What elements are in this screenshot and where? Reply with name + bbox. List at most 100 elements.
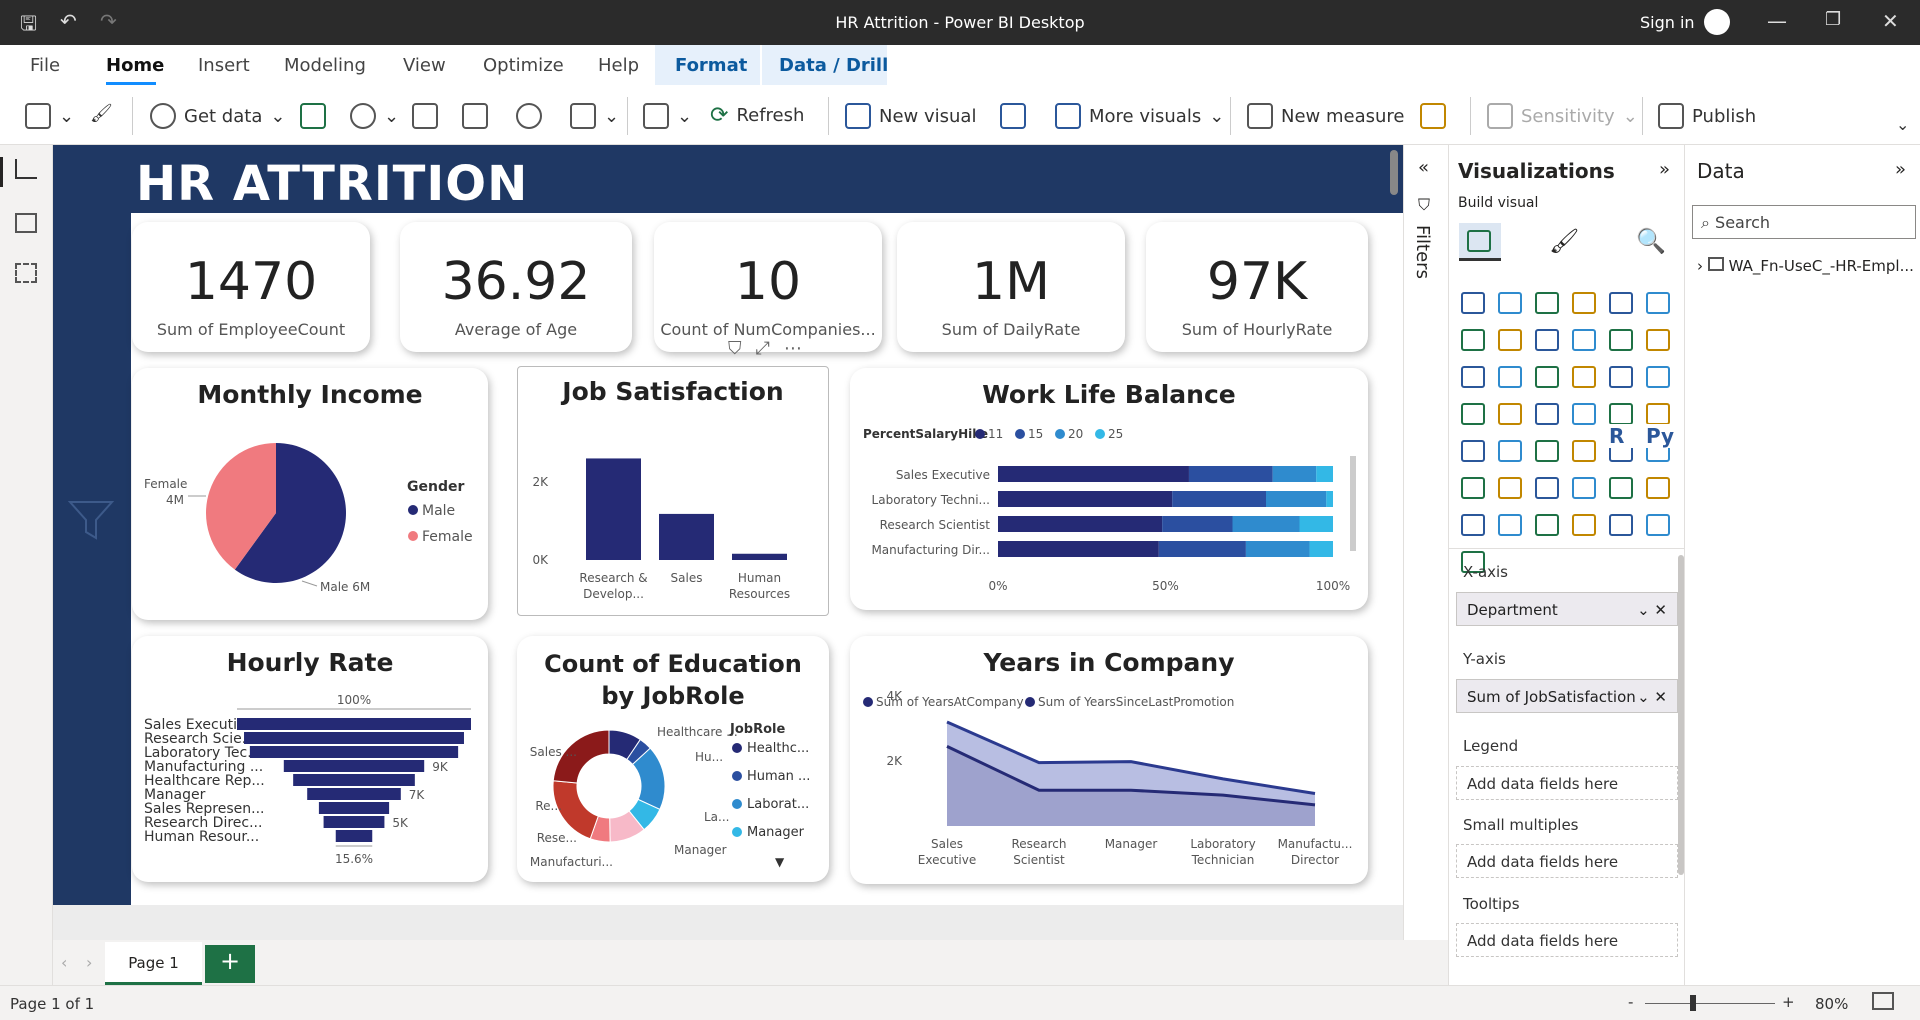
collapse-viz-icon[interactable]: » [1659, 159, 1670, 180]
report-view-icon[interactable] [15, 159, 37, 179]
add-page-button[interactable]: + [205, 945, 255, 983]
visual-type-icon[interactable] [1572, 403, 1596, 425]
hourly-rate-card[interactable]: Hourly Rate 100% Sales Executive Research … [132, 636, 488, 882]
kpi-card-hourly-rate[interactable]: 97K Sum of HourlyRate [1146, 222, 1368, 352]
visual-type-icon[interactable] [1609, 514, 1633, 536]
work-life-balance-chart[interactable]: PercentSalaryHike 11 15 20 25 Sales Executiv… [850, 368, 1368, 610]
build-visual-tab[interactable] [1459, 223, 1501, 261]
visual-type-icon[interactable] [1461, 440, 1485, 462]
visual-type-icon[interactable] [1609, 329, 1633, 351]
refresh-button[interactable]: ⟳ Refresh [710, 103, 804, 128]
visual-type-icon[interactable] [1461, 329, 1485, 351]
excel-button[interactable] [300, 103, 326, 129]
new-measure-button[interactable]: New measure [1247, 103, 1405, 129]
visual-type-icon[interactable] [1535, 440, 1559, 462]
paste-button[interactable]: ⌄ [25, 103, 74, 129]
publish-button[interactable]: Publish [1658, 103, 1756, 129]
visual-type-icon[interactable] [1646, 366, 1670, 388]
zoom-slider-thumb[interactable] [1690, 995, 1696, 1011]
zoom-in-icon[interactable]: + [1782, 993, 1795, 1011]
more-visuals-button[interactable]: More visuals ⌄ [1055, 103, 1224, 129]
visual-type-icon[interactable] [1572, 366, 1596, 388]
visual-type-icon[interactable] [1535, 514, 1559, 536]
visual-type-icon[interactable] [1609, 403, 1633, 425]
visual-type-icon[interactable] [1498, 292, 1522, 314]
python-visual-icon[interactable]: Py [1646, 424, 1676, 448]
menu-home[interactable]: Home [106, 55, 164, 76]
visual-type-icon[interactable] [1646, 514, 1670, 536]
transform-data-button[interactable]: ⌄ [570, 103, 619, 129]
canvas-scrollbar[interactable] [1390, 150, 1398, 195]
restore-icon[interactable]: ❐ [1825, 9, 1841, 30]
menu-data-drill[interactable]: Data / Drill [779, 55, 888, 76]
visual-type-icon[interactable] [1498, 514, 1522, 536]
legend-scroll-icon[interactable]: ▼ [775, 855, 785, 869]
fit-to-page-icon[interactable] [1872, 992, 1894, 1010]
data-table-item[interactable]: › WA_Fn-UseC_-HR-Empl... [1697, 257, 1914, 275]
text-box-button[interactable] [1000, 103, 1026, 129]
visual-type-icon[interactable] [1572, 329, 1596, 351]
visual-type-icon[interactable] [1609, 477, 1633, 499]
filter-icon[interactable]: ⛉ [728, 338, 742, 359]
work-life-balance-card[interactable]: Work Life Balance PercentSalaryHike 11 15… [850, 368, 1368, 610]
visual-type-icon[interactable] [1461, 403, 1485, 425]
quick-measure-button[interactable] [1420, 103, 1446, 129]
data-search-input[interactable]: ⌕ Search [1692, 205, 1916, 239]
visual-type-icon[interactable] [1461, 366, 1485, 388]
visual-type-icon[interactable] [1646, 292, 1670, 314]
years-in-company-chart[interactable]: Sum of YearsAtCompany Sum of YearsSinceLa… [850, 636, 1368, 884]
monthly-income-card[interactable]: Monthly Income Female 4M Male 6M Gender … [132, 368, 488, 620]
visual-type-icon[interactable] [1498, 440, 1522, 462]
new-visual-button[interactable]: New visual [845, 103, 976, 129]
visual-type-icon[interactable] [1498, 366, 1522, 388]
format-painter-button[interactable]: 🖌 [90, 103, 113, 124]
job-satisfaction-card[interactable]: Job Satisfaction 2K 0K Research & Develop..… [517, 366, 829, 616]
collapse-ribbon-icon[interactable]: ⌄ [1896, 115, 1909, 134]
menu-view[interactable]: View [403, 55, 446, 76]
visual-type-icon[interactable] [1498, 477, 1522, 499]
transform-button[interactable]: ⌄ [643, 103, 692, 129]
visual-type-icon[interactable] [1646, 403, 1670, 425]
focus-mode-icon[interactable]: ⤢ [756, 338, 770, 359]
visual-type-icon[interactable] [1498, 403, 1522, 425]
y-axis-field[interactable]: Sum of JobSatisfaction ⌄ ✕ [1456, 679, 1678, 713]
visual-type-icon[interactable] [1535, 329, 1559, 351]
enter-data-button[interactable] [462, 103, 488, 129]
collapse-data-icon[interactable]: » [1895, 159, 1906, 180]
prev-page-icon[interactable]: ‹ [61, 953, 67, 972]
menu-insert[interactable]: Insert [198, 55, 250, 76]
visual-type-icon[interactable] [1461, 477, 1485, 499]
expand-filters-icon[interactable]: « [1418, 157, 1429, 178]
visual-type-icon[interactable] [1535, 366, 1559, 388]
monthly-income-pie[interactable]: Female 4M Male 6M Gender Male Female [132, 368, 488, 620]
close-icon[interactable]: ✕ [1882, 9, 1899, 33]
visual-type-icon[interactable] [1646, 477, 1670, 499]
next-page-icon[interactable]: › [86, 953, 92, 972]
visual-type-icon[interactable] [1535, 403, 1559, 425]
job-satisfaction-chart[interactable]: 2K 0K Research & Develop... Sales Human Resour… [518, 367, 830, 617]
legend-drop-zone[interactable]: Add data fields here [1456, 766, 1678, 800]
remove-field-icon[interactable]: ⌄ ✕ [1637, 688, 1667, 706]
menu-format[interactable]: Format [675, 55, 747, 76]
menu-help[interactable]: Help [598, 55, 639, 76]
visual-type-icon[interactable] [1609, 366, 1633, 388]
visual-type-icon[interactable] [1572, 477, 1596, 499]
format-visual-icon[interactable]: 🖌 [1549, 227, 1579, 255]
account-icon[interactable] [1704, 9, 1730, 35]
kpi-card-daily-rate[interactable]: 1M Sum of DailyRate [897, 222, 1125, 352]
kpi-card-age[interactable]: 36.92 Average of Age [400, 222, 632, 352]
visual-type-icon[interactable] [1572, 514, 1596, 536]
x-axis-field[interactable]: Department ⌄ ✕ [1456, 592, 1678, 626]
onelake-button[interactable]: ⌄ [350, 103, 399, 129]
model-view-icon[interactable] [15, 263, 37, 283]
menu-optimize[interactable]: Optimize [483, 55, 564, 76]
get-data-button[interactable]: Get data ⌄ [150, 103, 285, 129]
visual-type-icon[interactable] [1609, 292, 1633, 314]
zoom-slider[interactable] [1645, 1003, 1775, 1004]
filters-pane-collapsed[interactable]: « ⛉ Filters [1403, 145, 1448, 985]
table-view-icon[interactable] [15, 213, 37, 233]
years-in-company-card[interactable]: Years in Company Sum of YearsAtCompany Su… [850, 636, 1368, 884]
recent-sources-button[interactable] [516, 103, 542, 129]
small-multiples-drop-zone[interactable]: Add data fields here [1456, 844, 1678, 878]
zoom-out-icon[interactable]: - [1628, 993, 1633, 1011]
